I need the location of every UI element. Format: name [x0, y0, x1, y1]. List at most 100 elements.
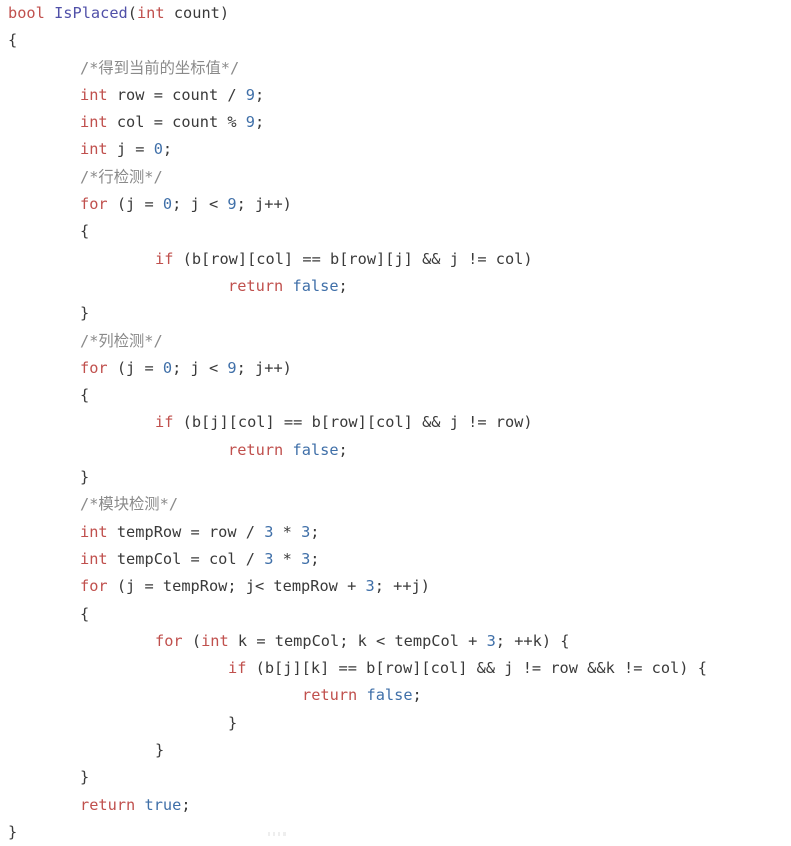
code-token-number: 9: [227, 195, 237, 214]
code-line: if (b[j][col] == b[row][col] && j != row…: [0, 409, 791, 436]
code-line: }: [0, 300, 791, 327]
code-token-keyword: for: [80, 358, 108, 377]
code-line: }: [0, 464, 791, 491]
code-line: int row = count / 9;: [0, 82, 791, 109]
code-token-comment: /*得到当前的坐标值*/: [80, 58, 240, 77]
code-line: /*得到当前的坐标值*/: [0, 55, 791, 82]
code-line: }: [0, 710, 791, 737]
code-token-keyword: return: [228, 440, 284, 459]
code-line: int tempCol = col / 3 * 3;: [0, 546, 791, 573]
code-token-plain: ; j <: [172, 358, 228, 377]
code-token-plain: ;: [255, 85, 265, 104]
code-token-plain: k = tempCol; k < tempCol +: [228, 631, 487, 650]
page-artifact-mark: [268, 832, 286, 836]
code-token-plain: }: [80, 304, 90, 323]
code-token-keyword: int: [80, 113, 108, 132]
code-line: int tempRow = row / 3 * 3;: [0, 519, 791, 546]
code-token-keyword: int: [80, 549, 108, 568]
code-token-number: 9: [227, 358, 237, 377]
code-token-keyword: if: [155, 249, 174, 268]
code-token-plain: ; ++k) {: [495, 631, 570, 650]
code-token-keyword: if: [228, 659, 247, 678]
code-line: {: [0, 601, 791, 628]
code-token-plain: ; j++): [236, 358, 292, 377]
code-token-number: 9: [245, 113, 256, 132]
code-token-comment: /*行检测*/: [80, 167, 163, 186]
code-token-keyword: for: [80, 195, 108, 214]
code-token-plain: (j = tempRow; j< tempRow +: [107, 577, 366, 596]
code-token-plain: ;: [412, 686, 422, 705]
code-token-plain: ; j <: [172, 195, 228, 214]
code-token-plain: }: [8, 822, 18, 841]
code-token-keyword: return: [80, 795, 136, 814]
code-token-plain: (: [127, 4, 137, 22]
code-token-number: 0: [153, 140, 163, 159]
code-token-keyword: if: [155, 413, 174, 432]
code-token-number: 3: [365, 577, 375, 596]
code-token-plain: (j =: [107, 195, 163, 214]
code-token-plain: (b[row][col] == b[row][j] && j != col): [173, 249, 533, 268]
code-token-keyword: int: [80, 522, 108, 541]
code-line: {: [0, 27, 791, 54]
code-line: for (int k = tempCol; k < tempCol + 3; +…: [0, 628, 791, 655]
code-line: if (b[row][col] == b[row][j] && j != col…: [0, 246, 791, 273]
code-token-keyword: int: [136, 4, 165, 22]
code-token-number: 9: [245, 85, 256, 104]
code-token-literal: false: [292, 276, 339, 295]
code-token-literal: false: [366, 686, 413, 705]
code-token-keyword: int: [80, 140, 108, 159]
code-token-plain: col = count %: [107, 113, 246, 132]
code-token-number: 0: [162, 358, 173, 377]
code-token-plain: ;: [255, 113, 265, 132]
code-token-plain: }: [228, 713, 238, 732]
code-token-plain: row = count /: [107, 85, 246, 104]
code-token-plain: ;: [310, 549, 320, 568]
code-token-plain: ;: [338, 276, 348, 295]
code-token-number: 3: [301, 549, 311, 568]
code-token-plain: j =: [107, 140, 154, 159]
code-line: }: [0, 737, 791, 764]
code-token-comment: /*列检测*/: [80, 331, 163, 350]
code-token-number: 3: [301, 522, 311, 541]
code-line: if (b[j][k] == b[row][col] && j != row &…: [0, 655, 791, 682]
code-token-plain: {: [8, 31, 18, 50]
code-line: /*行检测*/: [0, 164, 791, 191]
code-line: int j = 0;: [0, 136, 791, 163]
code-line: for (j = tempRow; j< tempRow + 3; ++j): [0, 573, 791, 600]
code-token-plain: {: [80, 222, 90, 241]
code-line: /*列检测*/: [0, 328, 791, 355]
code-token-plain: (j =: [107, 358, 163, 377]
code-token-plain: tempRow = row /: [107, 522, 265, 541]
code-token-plain: {: [80, 604, 90, 623]
code-token-plain: ;: [162, 140, 173, 159]
code-token-literal: true: [144, 795, 182, 814]
code-token-plain: ; j++): [236, 195, 292, 214]
code-token-literal: false: [292, 440, 339, 459]
code-line: /*模块检测*/: [0, 491, 791, 518]
code-token-plain: (: [182, 631, 202, 650]
code-token-keyword: return: [228, 276, 284, 295]
code-line: bool IsPlaced(int count): [0, 0, 791, 27]
code-token-plain: ;: [310, 522, 320, 541]
code-token-number: 3: [486, 631, 496, 650]
code-line: }: [0, 764, 791, 791]
code-token-plain: }: [155, 741, 165, 760]
code-token-comment: /*模块检测*/: [80, 495, 179, 514]
code-line: return false;: [0, 273, 791, 300]
code-token-keyword: return: [302, 686, 358, 705]
code-token-plain: (b[j][k] == b[row][col] && j != row &&k …: [246, 659, 707, 678]
code-token-plain: }: [80, 468, 90, 487]
code-line: return true;: [0, 792, 791, 819]
code-token-plain: {: [80, 386, 90, 405]
code-line: for (j = 0; j < 9; j++): [0, 191, 791, 218]
code-line: return false;: [0, 682, 791, 709]
code-token-plain: }: [80, 768, 90, 787]
code-token-keyword: for: [80, 577, 108, 596]
code-token-number: 0: [162, 195, 173, 214]
code-token-plain: ;: [338, 440, 348, 459]
code-line: }: [0, 819, 791, 846]
code-token-keyword: int: [80, 85, 108, 104]
code-token-keyword: for: [155, 631, 183, 650]
code-token-keyword: bool: [8, 4, 45, 22]
